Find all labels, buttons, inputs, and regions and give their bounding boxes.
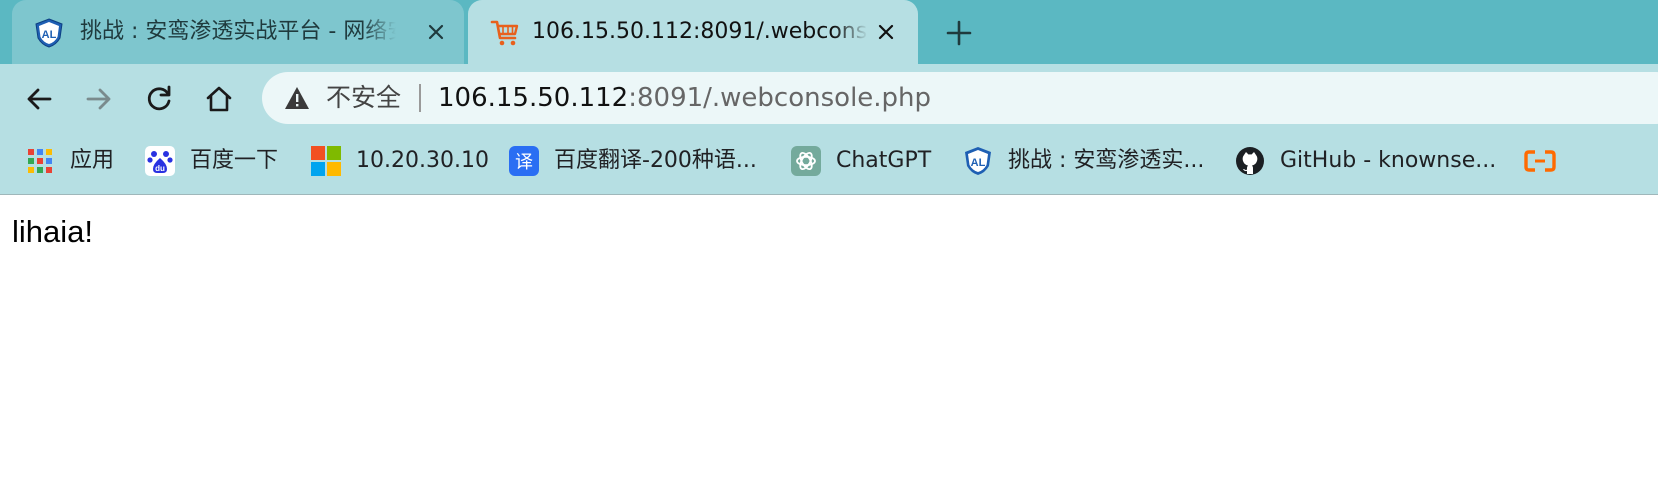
windows-logo-icon — [310, 145, 342, 177]
bookmark-chatgpt[interactable]: ChatGPT — [790, 144, 931, 178]
close-tab-icon[interactable] — [874, 20, 898, 44]
tab-anluan-challenge[interactable]: AL 挑战 : 安鸾渗透实战平台 - 网络安全 — [12, 0, 464, 64]
bookmark-label: GitHub - knownse... — [1280, 148, 1497, 173]
translate-icon: 译 — [508, 145, 540, 177]
tab-title: 106.15.50.112:8091/.webconsole.php — [532, 16, 868, 48]
chatgpt-icon — [790, 145, 822, 177]
home-button[interactable] — [202, 82, 236, 116]
toolbar: 不安全 106.15.50.112:8091/.webconsole.php — [0, 64, 1658, 132]
bookmark-github[interactable]: GitHub - knownse... — [1234, 144, 1496, 178]
anluan-shield-icon: AL — [962, 145, 994, 177]
svg-text:du: du — [155, 164, 165, 173]
bookmark-aliyun[interactable] — [1524, 144, 1556, 178]
security-status-label[interactable]: 不安全 — [326, 82, 401, 114]
bookmark-apps[interactable]: 应用 — [24, 144, 114, 178]
warning-triangle-icon[interactable] — [284, 86, 310, 110]
svg-text:AL: AL — [971, 157, 986, 169]
toolbar-divider — [0, 194, 1658, 195]
bookmark-label: 百度一下 — [190, 148, 279, 173]
close-tab-icon[interactable] — [424, 20, 448, 44]
address-bar[interactable]: 不安全 106.15.50.112:8091/.webconsole.php — [262, 72, 1658, 124]
shopping-cart-icon — [490, 20, 519, 46]
url-text[interactable]: 106.15.50.112:8091/.webconsole.php — [438, 82, 931, 114]
aliyun-logo-icon — [1524, 145, 1556, 177]
svg-text:译: 译 — [515, 152, 533, 173]
anluan-shield-icon: AL — [35, 18, 63, 48]
home-icon — [206, 86, 232, 112]
page-body-text: lihaia! — [12, 214, 93, 249]
reload-icon — [147, 85, 171, 111]
url-path: :8091/.webconsole.php — [628, 83, 932, 113]
forward-button[interactable] — [82, 82, 116, 116]
address-separator — [419, 84, 421, 112]
bookmark-label: 应用 — [70, 148, 115, 173]
tab-title: 挑战 : 安鸾渗透实战平台 - 网络安全 — [80, 16, 396, 48]
new-tab-button[interactable] — [942, 16, 976, 50]
github-icon — [1234, 145, 1266, 177]
svg-text:AL: AL — [42, 29, 57, 41]
tab-webconsole[interactable]: 106.15.50.112:8091/.webconsole.php — [468, 0, 918, 64]
arrow-left-icon — [27, 88, 52, 110]
bookmark-baidu-translate[interactable]: 译 百度翻译-200种语... — [508, 144, 757, 178]
bookmark-label: 10.20.30.10 — [356, 148, 489, 173]
back-button[interactable] — [22, 82, 56, 116]
bookmark-label: 百度翻译-200种语... — [554, 148, 757, 173]
bookmarks-bar: 应用 du 百度一下 10.20.30.10 译 百度翻译-200种语... C… — [0, 132, 1658, 194]
url-host: 106.15.50.112 — [438, 83, 629, 113]
bookmark-label: 挑战 : 安鸾渗透实... — [1008, 148, 1205, 173]
arrow-right-icon — [86, 88, 111, 110]
bookmark-label: ChatGPT — [836, 148, 932, 173]
plus-icon — [946, 20, 972, 46]
apps-grid-icon — [24, 145, 56, 177]
reload-button[interactable] — [142, 82, 176, 116]
bookmark-anluan-challenge[interactable]: AL 挑战 : 安鸾渗透实... — [962, 144, 1204, 178]
bookmark-baidu[interactable]: du 百度一下 — [144, 144, 278, 178]
bookmark-10-20-30-10[interactable]: 10.20.30.10 — [310, 144, 489, 178]
tab-strip: AL 挑战 : 安鸾渗透实战平台 - 网络安全 106.15.50.112:80… — [0, 0, 1658, 64]
baidu-paw-icon: du — [144, 145, 176, 177]
